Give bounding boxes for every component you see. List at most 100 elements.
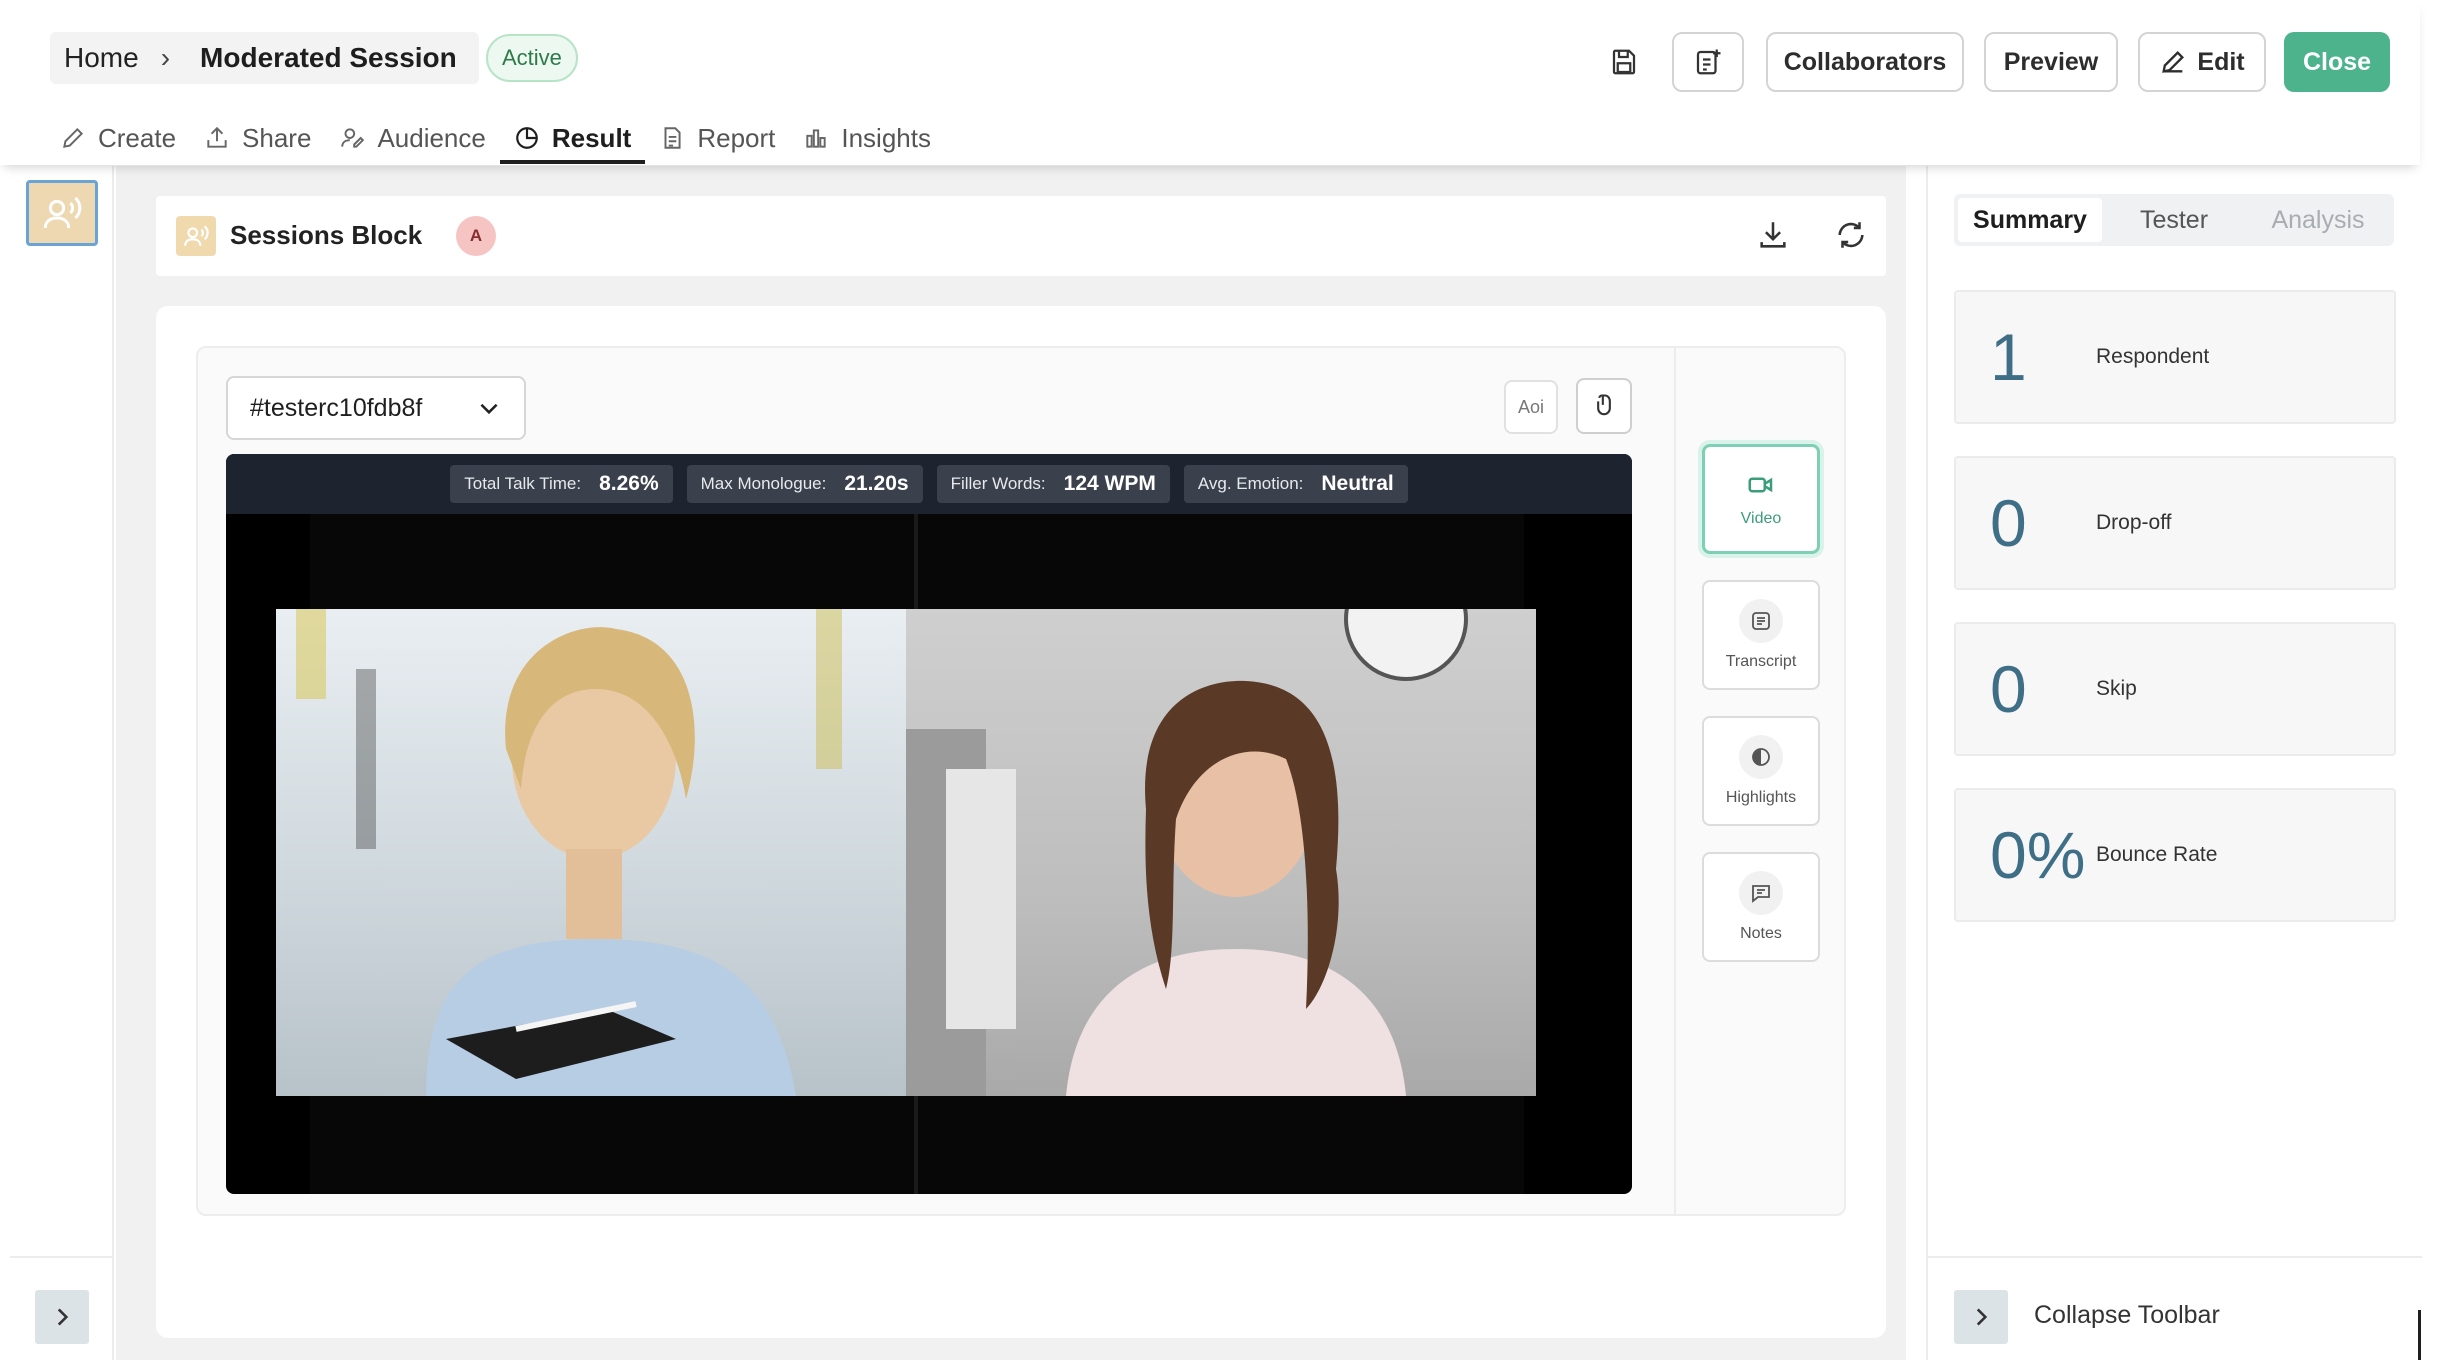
transcript-tool-button[interactable]: Transcript <box>1702 580 1820 690</box>
refresh-icon[interactable] <box>1834 218 1868 257</box>
stat-card-respondent: 1 Respondent <box>1954 290 2396 424</box>
right-panel-divider <box>1928 1256 2422 1258</box>
breadcrumb-home-link[interactable]: Home <box>64 42 139 74</box>
tool-label: Notes <box>1740 925 1782 942</box>
main-tabs: Create Share Audience Result Report Insi… <box>46 112 945 164</box>
tab-tester[interactable]: Tester <box>2102 198 2246 242</box>
metric-value: 8.26% <box>599 472 659 495</box>
tab-label: Insights <box>841 122 931 153</box>
tab-report[interactable]: Report <box>645 112 789 164</box>
stat-value: 0 <box>1990 652 2027 726</box>
aoi-button[interactable]: Aoi <box>1504 380 1558 434</box>
tab-create[interactable]: Create <box>46 112 190 164</box>
window-edge-line <box>2418 1310 2421 1360</box>
save-icon[interactable] <box>1604 42 1644 82</box>
chevron-down-icon <box>480 403 498 415</box>
participant-video-right <box>906 609 1536 1096</box>
notes-tool-button[interactable]: Notes <box>1702 852 1820 962</box>
notes-icon <box>1739 871 1783 915</box>
stat-value: 0 <box>1990 486 2027 560</box>
right-panel: Summary Tester Analysis 1 Respondent 0 D… <box>1926 166 2422 1360</box>
report-icon <box>664 127 681 149</box>
voice-user-icon <box>43 196 82 229</box>
share-icon <box>207 126 227 148</box>
collapse-toolbar-label[interactable]: Collapse Toolbar <box>2034 1301 2220 1330</box>
session-card: #testerc10fdb8f Aoi Total Talk Time: 8.2… <box>156 306 1886 1338</box>
metrics-bar: Total Talk Time: 8.26% Max Monologue: 21… <box>226 454 1632 514</box>
cursor-toggle-button[interactable] <box>1576 378 1632 434</box>
tab-result[interactable]: Result <box>499 112 646 164</box>
tab-label: Share <box>242 122 312 153</box>
rail-divider <box>10 1256 114 1258</box>
metric-talk-time: Total Talk Time: 8.26% <box>450 465 673 503</box>
top-header: Home › Moderated Session Active Collabor… <box>0 0 2420 165</box>
expand-rail-button[interactable] <box>35 1290 89 1344</box>
stat-label: Respondent <box>2096 345 2210 368</box>
main-content: Sessions Block A #testerc10fdb8f Aoi Tot… <box>116 166 1906 1360</box>
tester-select[interactable]: #testerc10fdb8f <box>226 376 526 440</box>
highlights-icon <box>1739 735 1783 779</box>
tool-label: Highlights <box>1725 789 1797 806</box>
stat-value: 1 <box>1990 320 2027 394</box>
stat-card-drop-off: 0 Drop-off <box>1954 456 2396 590</box>
session-viewer: #testerc10fdb8f Aoi Total Talk Time: 8.2… <box>196 346 1846 1216</box>
voice-user-icon <box>176 216 216 256</box>
add-note-button[interactable] <box>1672 32 1744 92</box>
tool-label: Transcript <box>1725 653 1797 670</box>
result-chart-icon <box>516 127 538 149</box>
collaborators-button[interactable]: Collaborators <box>1766 32 1964 92</box>
metric-filler-words: Filler Words: 124 WPM <box>936 465 1170 503</box>
stat-card-bounce-rate: 0% Bounce Rate <box>1954 788 2396 922</box>
viewer-side-tools: Video Transcript Highlights Notes <box>1674 348 1846 1214</box>
video-tool-button[interactable]: Video <box>1702 444 1820 554</box>
video-player[interactable]: Total Talk Time: 8.26% Max Monologue: 21… <box>226 454 1632 1194</box>
add-note-icon <box>1696 49 1721 75</box>
sessions-block-thumbnail[interactable] <box>26 180 98 246</box>
download-icon[interactable] <box>1756 218 1790 257</box>
close-button[interactable]: Close <box>2284 32 2390 92</box>
status-badge: Active <box>486 34 578 82</box>
edit-button-label: Edit <box>2197 47 2245 76</box>
block-header: Sessions Block A <box>156 196 1886 276</box>
audience-icon <box>341 128 365 148</box>
page-title: Moderated Session <box>200 42 457 73</box>
right-panel-tabs: Summary Tester Analysis <box>1954 194 2394 246</box>
tab-analysis[interactable]: Analysis <box>2246 198 2390 242</box>
chevron-right-icon <box>1976 1308 1988 1326</box>
chevron-right-icon <box>57 1308 69 1326</box>
pencil-icon <box>63 127 84 148</box>
edit-button[interactable]: Edit <box>2138 32 2266 92</box>
pencil-icon <box>2162 51 2185 73</box>
tab-label: Create <box>98 122 177 153</box>
tab-insights[interactable]: Insights <box>789 112 945 164</box>
metric-label: Filler Words: <box>950 474 1046 493</box>
stat-label: Drop-off <box>2096 511 2172 534</box>
breadcrumb: Home › Moderated Session <box>50 32 479 84</box>
tab-share[interactable]: Share <box>190 112 325 164</box>
preview-button[interactable]: Preview <box>1984 32 2118 92</box>
stat-value: 0% <box>1990 818 2086 892</box>
metric-value: 21.20s <box>844 472 909 495</box>
stat-label: Skip <box>2096 677 2137 700</box>
metric-label: Avg. Emotion: <box>1197 474 1304 493</box>
tool-label: Video <box>1740 510 1782 527</box>
breadcrumb-separator: › <box>160 42 171 73</box>
metric-label: Max Monologue: <box>700 474 827 493</box>
tab-summary[interactable]: Summary <box>1958 198 2102 242</box>
insights-icon <box>806 129 827 148</box>
tab-label: Audience <box>377 122 486 153</box>
highlights-tool-button[interactable]: Highlights <box>1702 716 1820 826</box>
transcript-icon <box>1739 599 1783 643</box>
video-icon <box>1748 477 1773 493</box>
avatar: A <box>456 216 496 256</box>
block-title: Sessions Block <box>230 220 423 250</box>
tester-select-value: #testerc10fdb8f <box>250 393 423 422</box>
tab-label: Result <box>551 122 632 153</box>
metric-max-monologue: Max Monologue: 21.20s <box>686 465 923 503</box>
tab-audience[interactable]: Audience <box>325 112 499 164</box>
collapse-toolbar-button[interactable] <box>1954 1290 2008 1344</box>
left-rail <box>10 166 114 1360</box>
metric-value: Neutral <box>1321 472 1394 495</box>
tab-label: Report <box>697 122 776 153</box>
metric-value: 124 WPM <box>1063 472 1156 495</box>
